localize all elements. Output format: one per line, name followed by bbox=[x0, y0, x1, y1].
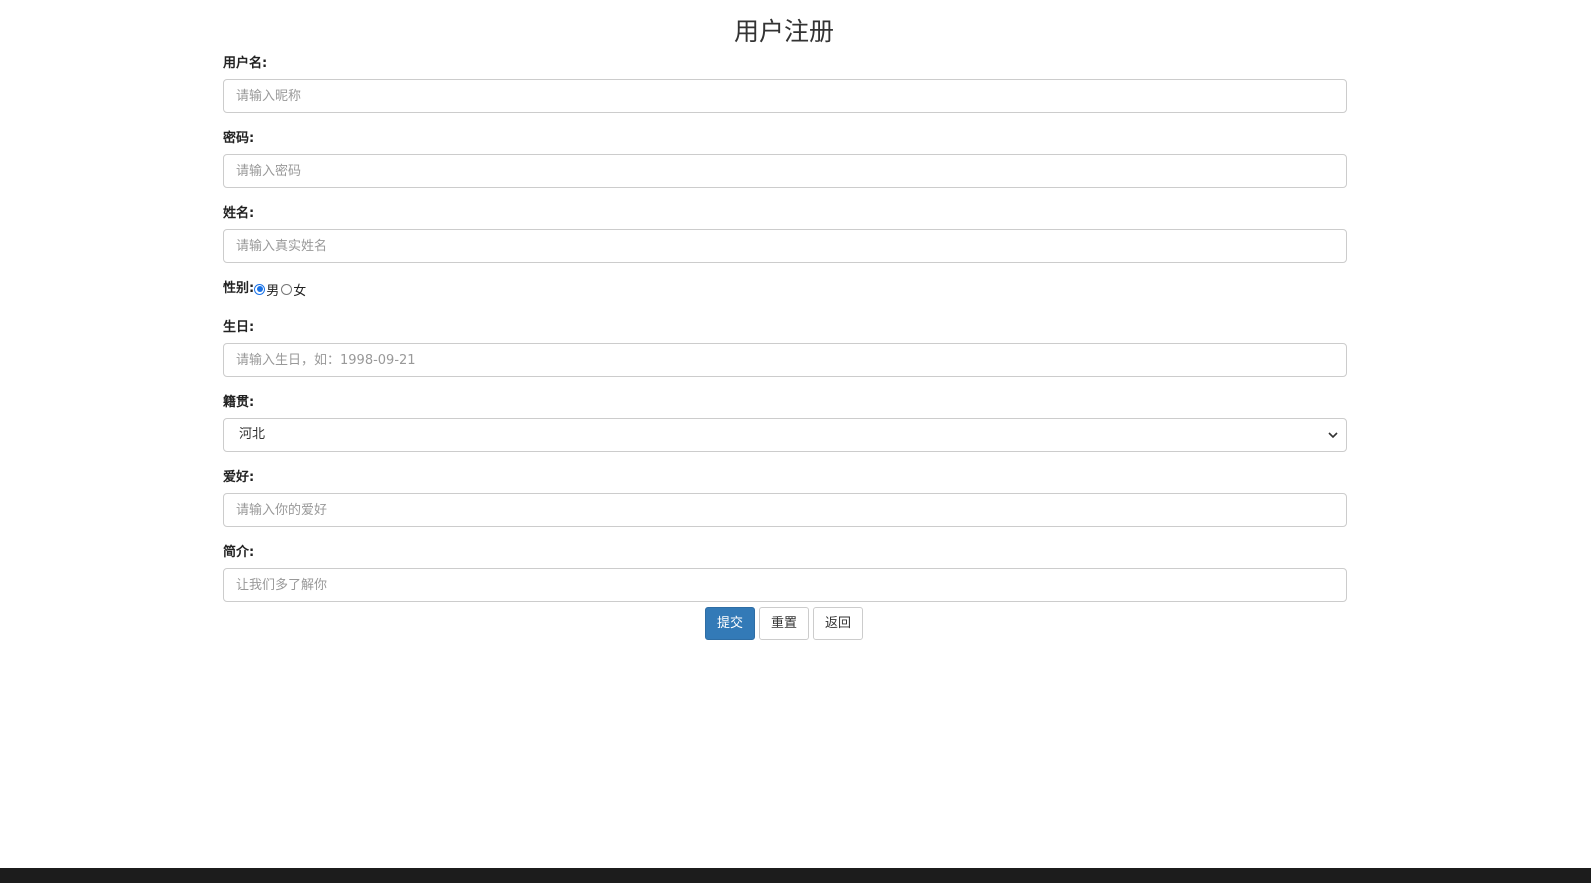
back-button[interactable]: 返回 bbox=[813, 607, 864, 640]
birthday-group: 生日: bbox=[223, 316, 1347, 377]
bottom-taskbar-edge bbox=[0, 868, 1591, 883]
username-group: 用户名: bbox=[223, 52, 1347, 113]
gender-option-male[interactable]: 男 bbox=[254, 280, 279, 299]
hobby-input[interactable] bbox=[223, 493, 1347, 527]
password-input[interactable] bbox=[223, 154, 1347, 188]
name-label: 姓名: bbox=[223, 206, 255, 221]
gender-male-radio[interactable] bbox=[254, 283, 266, 295]
intro-input[interactable] bbox=[223, 568, 1347, 602]
name-input[interactable] bbox=[223, 229, 1347, 263]
hometown-selected-value: 河北 bbox=[239, 427, 266, 442]
password-group: 密码: bbox=[223, 127, 1347, 188]
registration-form: 用户名: 密码: 姓名: 性别: 男 女 生日: bbox=[223, 52, 1347, 616]
birthday-input[interactable] bbox=[223, 343, 1347, 377]
password-label: 密码: bbox=[223, 131, 255, 146]
submit-button[interactable]: 提交 bbox=[704, 607, 755, 640]
intro-group: 简介: bbox=[223, 541, 1347, 602]
gender-male-label: 男 bbox=[266, 283, 280, 299]
birthday-label: 生日: bbox=[223, 320, 255, 335]
username-input[interactable] bbox=[223, 79, 1347, 113]
gender-group: 性别: 男 女 bbox=[223, 277, 1347, 301]
username-label: 用户名: bbox=[223, 56, 268, 71]
chevron-down-icon bbox=[1328, 432, 1338, 439]
hometown-label: 籍贯: bbox=[223, 395, 255, 410]
hobby-label: 爱好: bbox=[223, 470, 255, 485]
name-group: 姓名: bbox=[223, 202, 1347, 263]
reset-button[interactable]: 重置 bbox=[758, 607, 809, 640]
button-row: 提交 重置 返回 bbox=[0, 607, 1568, 640]
gender-female-label: 女 bbox=[293, 283, 307, 299]
gender-label: 性别: bbox=[223, 281, 255, 296]
hometown-group: 籍贯: 河北 bbox=[223, 391, 1347, 452]
registration-page: 用户注册 用户名: 密码: 姓名: 性别: 男 女 生日: bbox=[0, 0, 1591, 870]
gender-female-radio[interactable] bbox=[281, 283, 293, 295]
gender-option-female[interactable]: 女 bbox=[281, 280, 306, 299]
intro-label: 简介: bbox=[223, 545, 255, 560]
hobby-group: 爱好: bbox=[223, 466, 1347, 527]
page-title: 用户注册 bbox=[733, 17, 834, 46]
hometown-select[interactable]: 河北 bbox=[223, 418, 1347, 452]
